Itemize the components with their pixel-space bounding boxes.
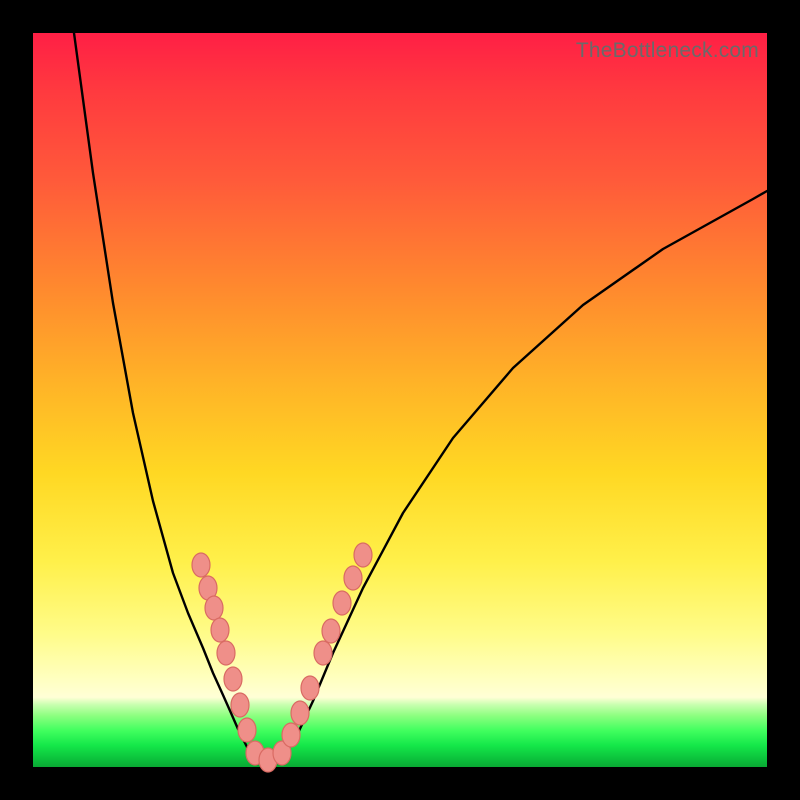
bottleneck-curve [74, 33, 767, 760]
marker-group [192, 543, 372, 772]
data-marker [282, 723, 300, 747]
data-marker [192, 553, 210, 577]
data-marker [238, 718, 256, 742]
plot-area: TheBottleneck.com [33, 33, 767, 767]
data-marker [291, 701, 309, 725]
data-marker [301, 676, 319, 700]
data-marker [344, 566, 362, 590]
data-marker [322, 619, 340, 643]
data-marker [217, 641, 235, 665]
data-marker [211, 618, 229, 642]
data-marker [231, 693, 249, 717]
outer-frame: TheBottleneck.com [0, 0, 800, 800]
data-marker [224, 667, 242, 691]
data-marker [314, 641, 332, 665]
data-marker [354, 543, 372, 567]
data-marker [333, 591, 351, 615]
data-marker [205, 596, 223, 620]
chart-svg [33, 33, 767, 767]
